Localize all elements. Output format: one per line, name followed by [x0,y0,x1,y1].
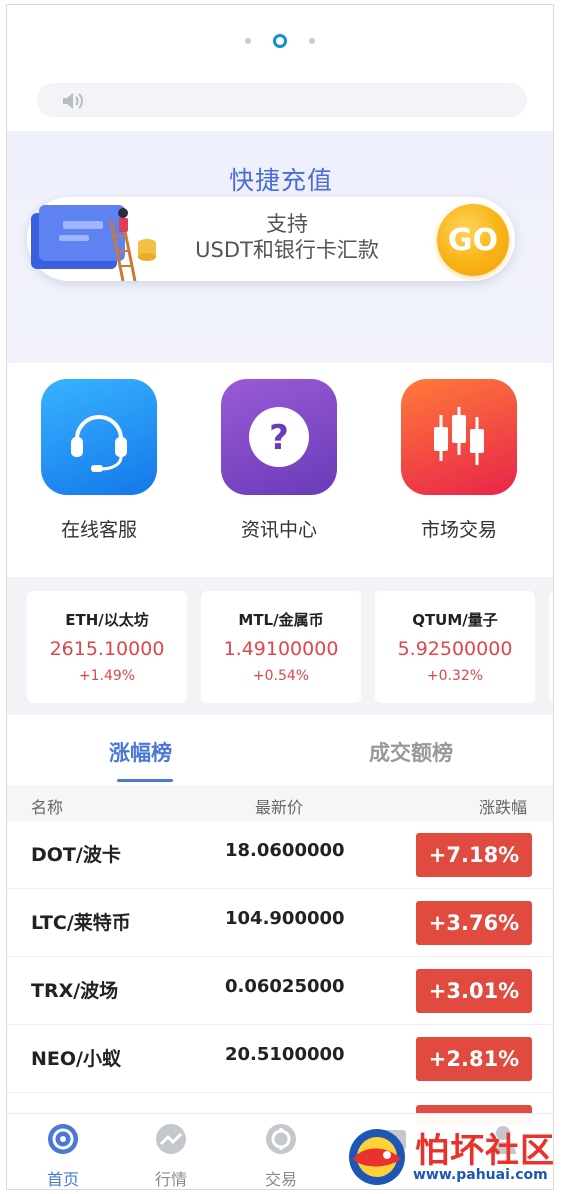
nav-label: 行情 [154,1170,187,1189]
nav-label: 交易 [264,1170,297,1189]
trade-icon [264,1124,298,1160]
ticker-strip[interactable]: ETH/以太坊 2615.10000 +1.49% MTL/金属币 1.4910… [7,577,553,715]
table-row[interactable]: DOT/波卡 18.0600000 +7.18% [7,821,553,889]
recharge-description: 支持 USDT和银行卡汇款 [167,211,407,263]
row-price: 104.900000 [225,908,345,929]
row-symbol: TRX/波场 [31,980,119,1002]
header-change: 涨跌幅 [479,798,528,817]
change-badge: +3.76% [416,901,532,945]
quick-links: 在线客服 ? 资讯中心 市场交易 [7,363,553,573]
quick-link-news[interactable]: ? 资讯中心 [219,379,339,542]
tab-indicator [117,779,173,782]
change-badge: +3.01% [416,969,532,1013]
quick-link-label: 资讯中心 [240,519,317,541]
ticker-name: MTL/金属币 [238,611,324,629]
row-price: 20.5100000 [225,1044,345,1065]
ticker-change: +1.49% [78,668,136,684]
svg-text:?: ? [269,418,289,458]
row-price: 18.0600000 [225,840,345,861]
ticker-price: 1.49100000 [223,638,339,660]
row-symbol: NEO/小蚁 [31,1048,121,1070]
ticker-name: QTUM/量子 [412,611,498,629]
table-header: 名称 最新价 涨跌幅 [7,785,553,821]
watermark-url: www.pahuai.com [413,1167,548,1183]
recharge-banner: 快捷充值 支持 USDT和银行卡汇款 GO [7,131,553,363]
tab-gainers[interactable]: 涨幅榜 [109,737,172,767]
recharge-line1: 支持 [266,212,308,236]
bank-card-illustration [23,191,163,291]
quick-link-support[interactable]: 在线客服 [39,379,159,542]
app-screen: 快捷充值 支持 USDT和银行卡汇款 GO 在线客服 ? 资讯中心 市场交易 E… [6,4,554,1190]
table-row[interactable]: NEO/小蚁 20.5100000 +2.81% [7,1025,553,1093]
tab-volume[interactable]: 成交额榜 [369,737,453,767]
quick-link-market[interactable]: 市场交易 [399,379,519,542]
market-trend-icon [154,1124,188,1160]
nav-trade[interactable]: 交易 [241,1122,321,1189]
question-icon: ? [221,379,337,495]
ticker-card[interactable]: QTUM/量子 5.92500000 +0.32% [375,591,535,703]
ticker-change: +0.54% [252,668,310,684]
ticker-card-partial[interactable] [549,591,553,703]
notice-bar[interactable] [37,83,527,117]
header-price: 最新价 [255,798,304,817]
nav-label: 首页 [46,1170,79,1189]
ticker-change: +0.32% [426,668,484,684]
header-name: 名称 [31,798,64,817]
quick-link-label: 市场交易 [420,519,497,541]
carousel-indicator[interactable] [7,31,553,51]
carousel-dot-active[interactable] [273,34,287,48]
row-symbol: DOT/波卡 [31,844,121,866]
recharge-card[interactable]: 支持 USDT和银行卡汇款 GO [27,197,515,282]
change-badge: +2.81% [416,1037,532,1081]
go-button[interactable]: GO [437,204,509,276]
home-icon [46,1124,80,1160]
ticker-price: 2615.10000 [49,638,165,660]
row-symbol: LTC/莱特币 [31,912,131,934]
carousel-dot[interactable] [245,38,251,44]
ticker-price: 5.92500000 [397,638,513,660]
table-row[interactable]: TRX/波场 0.06025000 +3.01% [7,957,553,1025]
carousel-dot[interactable] [309,38,315,44]
ranking-tabs: 涨幅榜 成交额榜 [7,717,553,783]
row-price: 0.06025000 [225,976,345,997]
ranking-list: DOT/波卡 18.0600000 +7.18% LTC/莱特币 104.900… [7,821,553,1161]
headset-icon [41,379,157,495]
recharge-line2: USDT和银行卡汇款 [195,238,379,262]
candlestick-icon [401,379,517,495]
ticker-card[interactable]: ETH/以太坊 2615.10000 +1.49% [27,591,187,703]
ticker-name: ETH/以太坊 [65,611,149,629]
speaker-icon [61,91,85,115]
watermark-text: 怕坏社区 [415,1131,554,1171]
watermark: 怕坏社区 www.pahuai.com [343,1121,554,1189]
quick-link-label: 在线客服 [60,519,137,541]
change-badge: +7.18% [416,833,532,877]
table-row[interactable]: LTC/莱特币 104.900000 +3.76% [7,889,553,957]
ticker-card[interactable]: MTL/金属币 1.49100000 +0.54% [201,591,361,703]
nav-market[interactable]: 行情 [131,1122,211,1189]
nav-home[interactable]: 首页 [23,1122,103,1189]
